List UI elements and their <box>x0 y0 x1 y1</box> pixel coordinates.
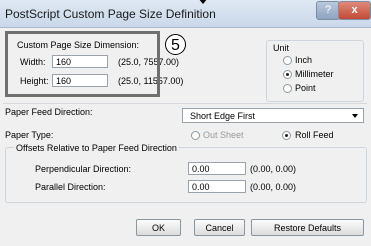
paper-type-label: Paper Type: <box>5 130 54 140</box>
perpendicular-range: (0.00, 0.00) <box>250 164 297 174</box>
offsets-label: Offsets Relative to Paper Feed Direction <box>14 143 179 153</box>
radio-point[interactable] <box>283 84 292 93</box>
paper-feed-select[interactable]: Short Edge First <box>182 108 364 123</box>
parallel-label: Parallel Direction: <box>35 182 106 192</box>
step-callout: 5 <box>165 34 186 55</box>
cut-sheet-label: Out Sheet <box>203 130 244 140</box>
pointer-arrow-icon <box>198 0 208 4</box>
highlight-frame <box>5 31 160 97</box>
dialog-window: PostScript Custom Page Size Definition ?… <box>0 0 371 246</box>
radio-cut-sheet[interactable] <box>191 131 200 140</box>
cancel-button[interactable]: Cancel <box>194 219 245 236</box>
unit-label: Unit <box>273 43 290 53</box>
paper-feed-value: Short Edge First <box>190 111 256 121</box>
parallel-range: (0.00, 0.00) <box>250 182 297 192</box>
point-label: Point <box>295 83 316 93</box>
paper-feed-label: Paper Feed Direction: <box>5 107 93 117</box>
perpendicular-input[interactable]: 0.00 <box>188 162 246 175</box>
perpendicular-label: Perpendicular Direction: <box>35 164 132 174</box>
radio-roll-feed[interactable] <box>282 131 291 140</box>
ok-button[interactable]: OK <box>136 219 181 236</box>
window-title: PostScript Custom Page Size Definition <box>5 7 216 21</box>
restore-defaults-button[interactable]: Restore Defaults <box>251 219 364 236</box>
close-button[interactable]: x <box>338 1 371 20</box>
radio-millimeter[interactable] <box>283 70 292 79</box>
offsets-group <box>5 147 367 203</box>
separator <box>3 103 367 104</box>
title-bar: PostScript Custom Page Size Definition ?… <box>0 0 371 28</box>
parallel-input[interactable]: 0.00 <box>188 180 246 193</box>
millimeter-label: Millimeter <box>295 69 334 79</box>
roll-feed-label: Roll Feed <box>295 130 334 140</box>
inch-label: Inch <box>295 55 313 65</box>
radio-inch[interactable] <box>283 56 292 65</box>
chevron-down-icon <box>352 114 358 118</box>
help-button[interactable]: ? <box>316 1 340 20</box>
